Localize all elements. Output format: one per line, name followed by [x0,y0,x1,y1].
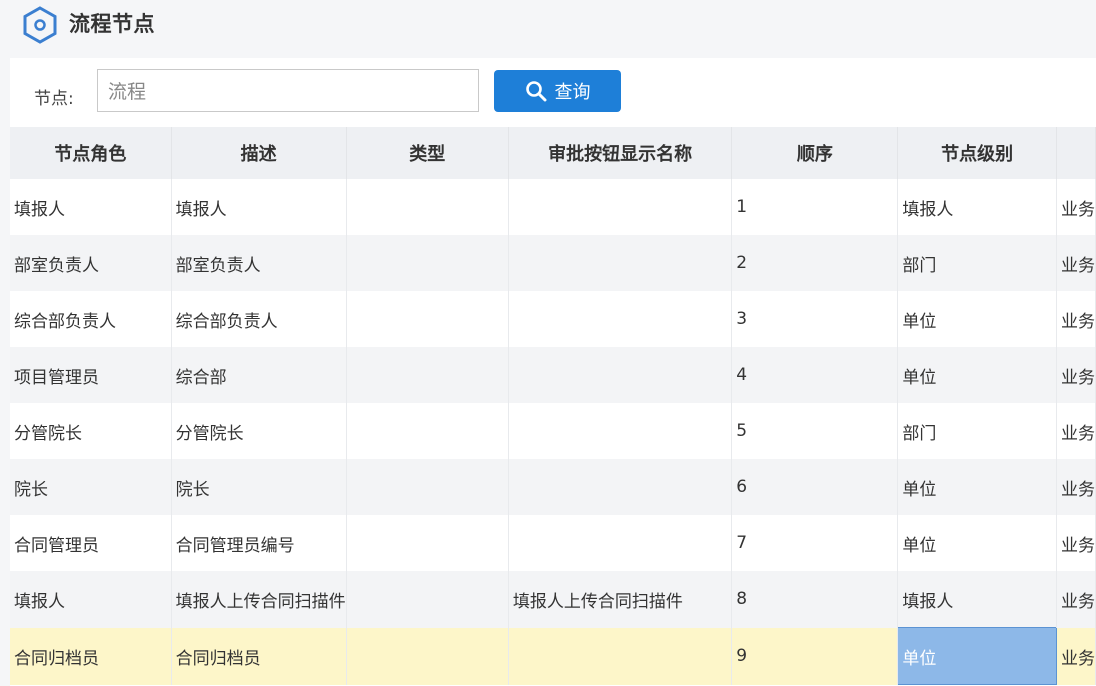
hexagon-node-icon [23,6,57,44]
table-cell[interactable]: 5 [731,403,899,459]
node-table: 节点角色 描述 类型 审批按钮显示名称 顺序 节点级别 填报人 填报人 1 填报人 业务… [10,127,1096,685]
table-cell[interactable] [508,347,733,403]
table-cell[interactable]: 6 [731,459,899,515]
table-cell[interactable] [508,291,733,347]
table-cell[interactable]: 7 [731,515,899,571]
column-header[interactable]: 描述 [171,127,347,179]
table-cell[interactable]: 分管院长 [171,403,347,459]
table-cell[interactable] [508,179,733,235]
table-cell[interactable]: 综合部负责人 [171,291,347,347]
table-cell[interactable]: 填报人上传合同扫描件 [508,571,733,628]
table-cell[interactable] [508,235,733,291]
column-header[interactable]: 节点级别 [897,127,1057,179]
table-row[interactable]: 分管院长 分管院长 5 部门 业务 [10,403,1096,459]
search-icon [525,81,546,102]
table-cell[interactable]: 业务 [1056,291,1096,347]
table-cell[interactable]: 分管院长 [10,403,172,459]
table-cell[interactable] [346,627,509,685]
table-cell[interactable] [346,571,509,628]
column-header[interactable]: 类型 [346,127,509,179]
table-cell[interactable]: 业务 [1056,627,1096,685]
table-cell[interactable]: 部室负责人 [171,235,347,291]
table-cell[interactable]: 填报人 [897,179,1057,235]
table-row[interactable]: 填报人 填报人 1 填报人 业务 [10,179,1096,235]
table-cell[interactable] [508,403,733,459]
table-cell[interactable]: 业务 [1056,515,1096,571]
column-header[interactable]: 审批按钮显示名称 [508,127,733,179]
table-cell[interactable] [346,347,509,403]
table-row[interactable]: 院长 院长 6 单位 业务 [10,459,1096,515]
content-panel: 节点: 查询 节点角色 描述 类型 审批按钮显示名称 顺序 节点级别 填报人 [10,58,1096,686]
table-cell[interactable]: 单位 [897,347,1057,403]
table-cell[interactable]: 合同归档员 [10,627,172,685]
table-cell[interactable]: 业务 [1056,403,1096,459]
table-cell[interactable]: 综合部 [171,347,347,403]
table-cell[interactable] [346,515,509,571]
table-cell[interactable]: 填报人上传合同扫描件 [171,571,347,628]
table-cell[interactable]: 单位 [897,291,1057,347]
table-cell[interactable]: 业务 [1056,459,1096,515]
table-cell[interactable]: 综合部负责人 [10,291,172,347]
column-header[interactable]: 顺序 [731,127,899,179]
table-cell[interactable]: 2 [731,235,899,291]
search-label: 节点: [34,89,74,109]
table-cell[interactable]: 合同归档员 [171,627,347,685]
column-header[interactable] [1056,127,1096,179]
table-header-row: 节点角色 描述 类型 审批按钮显示名称 顺序 节点级别 [10,127,1096,179]
table-row[interactable]: 填报人 填报人上传合同扫描件 填报人上传合同扫描件 8 填报人 业务 [10,571,1096,628]
table-cell[interactable]: 3 [731,291,899,347]
table-cell[interactable]: 部门 [897,235,1057,291]
table-cell[interactable]: 单位 [897,459,1057,515]
table-row[interactable]: 合同归档员 合同归档员 9 单位 业务 [10,627,1096,685]
table-row[interactable]: 合同管理员 合同管理员编号 7 单位 业务 [10,515,1096,571]
table-cell[interactable] [346,291,509,347]
table-row[interactable]: 项目管理员 综合部 4 单位 业务 [10,347,1096,403]
search-button[interactable]: 查询 [494,70,621,112]
table-cell[interactable] [346,459,509,515]
table-cell[interactable] [508,515,733,571]
table-cell[interactable]: 1 [731,179,899,235]
search-button-label: 查询 [554,82,591,102]
table-cell[interactable]: 部室负责人 [10,235,172,291]
table-cell[interactable]: 部门 [897,403,1057,459]
table-cell[interactable] [346,403,509,459]
table-cell[interactable]: 填报人 [897,571,1057,628]
table-cell[interactable]: 业务 [1056,571,1096,628]
page-header: 流程节点 [0,0,1096,46]
table-cell[interactable]: 9 [731,627,899,685]
table-cell[interactable] [346,179,509,235]
table-cell[interactable] [346,235,509,291]
table-cell[interactable]: 合同管理员编号 [171,515,347,571]
table-cell[interactable]: 院长 [171,459,347,515]
table-cell[interactable]: 4 [731,347,899,403]
table-cell[interactable]: 业务 [1056,179,1096,235]
table-row[interactable]: 综合部负责人 综合部负责人 3 单位 业务 [10,291,1096,347]
table-cell[interactable]: 8 [731,571,899,628]
table-row[interactable]: 部室负责人 部室负责人 2 部门 业务 [10,235,1096,291]
table-cell[interactable]: 院长 [10,459,172,515]
search-input[interactable] [97,69,479,112]
table-cell[interactable]: 填报人 [10,571,172,628]
table-cell[interactable]: 业务 [1056,347,1096,403]
search-bar: 节点: 查询 [10,58,1096,126]
table-cell[interactable]: 填报人 [171,179,347,235]
table-cell[interactable] [508,627,733,685]
table-cell[interactable]: 单位 [897,515,1057,571]
table-cell[interactable]: 合同管理员 [10,515,172,571]
table-cell[interactable]: 项目管理员 [10,347,172,403]
table-cell[interactable]: 单位 [897,627,1057,685]
page-title: 流程节点 [69,12,155,36]
table-cell[interactable]: 业务 [1056,235,1096,291]
table-cell[interactable]: 填报人 [10,179,172,235]
table-cell[interactable] [508,459,733,515]
column-header[interactable]: 节点角色 [10,127,172,179]
